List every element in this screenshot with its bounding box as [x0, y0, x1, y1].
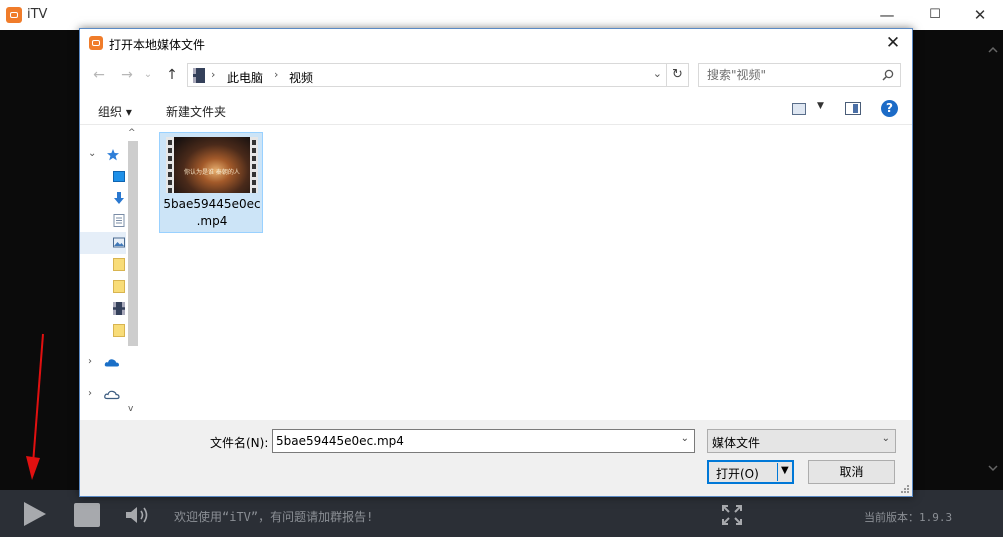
scroll-down-icon[interactable] [987, 462, 999, 474]
quick-access-star-icon [107, 149, 119, 161]
tree-item-videos[interactable] [80, 298, 126, 320]
pictures-icon [113, 237, 125, 248]
chevron-right-icon[interactable]: › [88, 356, 92, 367]
open-options-dropdown[interactable]: ▼ [781, 465, 789, 476]
minimize-button[interactable]: — [864, 0, 910, 30]
breadcrumb-separator: › [274, 68, 279, 81]
help-icon[interactable]: ? [881, 100, 898, 117]
maximize-button[interactable]: ☐ [912, 0, 958, 30]
fullscreen-icon[interactable] [722, 505, 742, 525]
preview-pane-icon[interactable] [845, 102, 861, 115]
forward-button[interactable]: → [118, 67, 136, 83]
play-button[interactable] [24, 502, 46, 526]
video-folder-icon [193, 68, 205, 83]
refresh-button[interactable]: ↻ [667, 63, 689, 87]
itv-logo-icon [6, 7, 22, 23]
file-list: 你认为是谁 秦朝的人 5bae59445e0ec .mp4 [142, 126, 912, 420]
tree-scrollbar[interactable]: ^ v [126, 126, 140, 420]
video-folder-icon [113, 302, 125, 315]
scroll-up-icon[interactable]: ^ [128, 128, 136, 138]
version-label: 当前版本：1.9.3 [864, 511, 953, 524]
scroll-up-icon[interactable] [987, 44, 999, 56]
tree-item-documents[interactable] [80, 210, 126, 232]
search-icon[interactable] [882, 69, 894, 81]
new-folder-button[interactable]: 新建文件夹 [166, 103, 226, 120]
file-name: 5bae59445e0ec .mp4 [160, 196, 264, 230]
app-titlebar: iTV — ☐ ✕ [0, 0, 1003, 30]
file-type-select[interactable]: 媒体文件 ⌄ [707, 429, 896, 453]
chevron-down-icon[interactable]: ⌄ [653, 67, 662, 80]
filename-combobox[interactable]: ⌄ [272, 429, 695, 453]
dialog-footer: 文件名(N): ⌄ 媒体文件 ⌄ 打开(O) ▼ 取消 [80, 420, 912, 496]
view-options-dropdown[interactable]: ▼ [817, 101, 824, 111]
folder-icon [113, 280, 125, 293]
breadcrumb-separator: › [211, 68, 216, 81]
tree-item-desktop[interactable] [80, 166, 126, 188]
folder-icon [113, 324, 125, 337]
change-view-icon[interactable] [792, 103, 806, 115]
onedrive-cloud-icon [104, 359, 119, 367]
download-arrow-icon [114, 192, 124, 204]
file-name-line: .mp4 [196, 214, 228, 228]
open-button-label: 打开(O) [716, 467, 759, 481]
cancel-button[interactable]: 取消 [808, 460, 895, 484]
scroll-down-icon[interactable]: v [128, 404, 133, 414]
back-button[interactable]: ← [90, 67, 108, 83]
dialog-title: 打开本地媒体文件 [109, 38, 206, 52]
thumbnail-caption: 你认为是谁 秦朝的人 [184, 169, 240, 176]
file-name-line: 5bae59445e0ec [163, 197, 261, 211]
open-button[interactable]: 打开(O) ▼ [707, 460, 794, 484]
tree-item-quick-access[interactable]: ⌄ [80, 144, 126, 166]
video-frame-image: 你认为是谁 秦朝的人 [174, 137, 250, 193]
folder-icon [113, 258, 125, 271]
tree-item-onedrive[interactable]: › [80, 352, 126, 374]
breadcrumb-this-pc[interactable]: 此电脑 [227, 69, 263, 86]
breadcrumb-videos[interactable]: 视频 [289, 69, 313, 86]
desktop-icon [113, 171, 125, 182]
tree-item-cloud[interactable]: › [80, 384, 126, 406]
stop-button[interactable] [74, 503, 100, 527]
recent-locations-button[interactable]: ⌄ [142, 67, 154, 83]
chevron-right-icon[interactable]: › [88, 388, 92, 399]
app-title: iTV [27, 7, 48, 22]
up-button[interactable]: ↑ [163, 67, 181, 83]
player-controlbar: 欢迎使用“iTV”，有问题请加群报告! 当前版本：1.9.3 [0, 490, 1003, 537]
chevron-down-icon[interactable]: ⌄ [681, 433, 689, 444]
open-file-dialog: 打开本地媒体文件 ✕ ← → ⌄ ↑ › 此电脑 › 视频 ⌄ ↻ 组织 ▾ 新… [79, 28, 913, 497]
annotation-arrow-icon [26, 333, 44, 480]
tree-item-folder[interactable] [80, 254, 126, 276]
video-thumbnail: 你认为是谁 秦朝的人 [166, 137, 258, 193]
dialog-titlebar: 打开本地媒体文件 ✕ [80, 29, 912, 57]
file-type-value: 媒体文件 [712, 436, 761, 450]
address-bar[interactable]: › 此电脑 › 视频 ⌄ [187, 63, 667, 87]
chevron-down-icon[interactable]: ⌄ [88, 148, 96, 159]
split-divider [777, 463, 778, 481]
filename-label: 文件名(N): [210, 436, 269, 450]
tree-item-folder[interactable] [80, 320, 126, 342]
dialog-close-button[interactable]: ✕ [880, 31, 906, 55]
itv-logo-icon [89, 36, 103, 50]
resize-grip-icon[interactable] [900, 484, 910, 494]
scrollbar-thumb[interactable] [128, 141, 138, 346]
filename-field[interactable] [276, 434, 671, 448]
film-strip [166, 137, 174, 193]
tree-item-pictures[interactable] [80, 232, 126, 254]
close-button[interactable]: ✕ [957, 0, 1003, 30]
document-icon [113, 214, 125, 227]
welcome-message: 欢迎使用“iTV”，有问题请加群报告! [174, 510, 374, 524]
chevron-down-icon[interactable]: ⌄ [882, 433, 890, 444]
tree-item-folder[interactable] [80, 276, 126, 298]
volume-icon[interactable] [124, 504, 154, 526]
search-input[interactable] [707, 68, 867, 82]
app-scrollbar[interactable] [983, 30, 1003, 490]
file-item[interactable]: 你认为是谁 秦朝的人 5bae59445e0ec .mp4 [159, 132, 263, 233]
cloud-outline-icon [104, 390, 120, 400]
film-strip [250, 137, 258, 193]
navigation-pane: ⌄ › › ^ v [80, 126, 142, 420]
search-box[interactable] [698, 63, 901, 87]
dialog-toolbar: 组织 ▾ 新建文件夹 ▼ ? [80, 95, 912, 125]
tree-item-downloads[interactable] [80, 188, 126, 210]
organize-button[interactable]: 组织 ▾ [98, 103, 132, 120]
